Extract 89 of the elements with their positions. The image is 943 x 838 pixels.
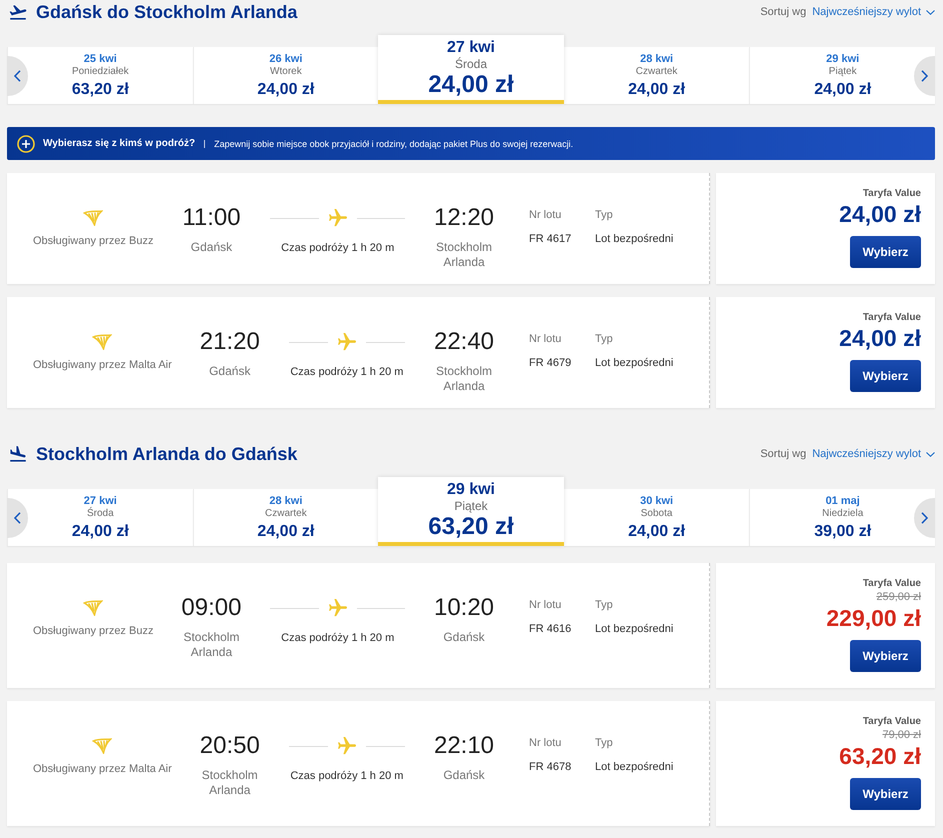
flight-number: FR 4616 bbox=[529, 622, 572, 636]
chevron-right-icon bbox=[921, 512, 928, 524]
fare-price: 63,20 zł bbox=[839, 742, 921, 770]
fare-price: 229,00 zł bbox=[826, 604, 921, 632]
departure-city: Gdańsk bbox=[190, 240, 232, 255]
route-title: Stockholm Arlanda do Gdańsk bbox=[36, 444, 298, 464]
operator-label: Obsługiwany przez Buzz bbox=[33, 624, 154, 638]
fare-price: 24,00 zł bbox=[839, 200, 921, 228]
departure-city: Gdańsk bbox=[209, 364, 250, 379]
arrival-city: Stockholm Arlanda bbox=[434, 240, 494, 270]
select-button[interactable]: Wybierz bbox=[850, 640, 921, 672]
arrival-time: 22:10 bbox=[434, 732, 494, 760]
flight-duration: Czas podróży 1 h 20 m bbox=[281, 631, 394, 645]
old-price: 259,00 zł bbox=[876, 590, 921, 604]
fare-price: 24,00 zł bbox=[839, 324, 921, 352]
chevron-down-icon bbox=[926, 452, 935, 456]
sort-dropdown[interactable]: Najwcześniejszy wylot bbox=[812, 6, 935, 18]
flight-type-label: Typ bbox=[595, 736, 614, 750]
flight-type: Lot bezpośredni bbox=[595, 232, 674, 246]
flight-type-label: Typ bbox=[595, 208, 614, 222]
departure-city: Stockholm Arlanda bbox=[182, 630, 240, 660]
banner-text: Zapewnij sobie miejsce obok przyjaciół i rodziny, dodając pakiet Plus do swojej rezerwacji. bbox=[214, 138, 574, 148]
flight-number: FR 4678 bbox=[529, 760, 572, 774]
select-button[interactable]: Wybierz bbox=[850, 236, 921, 268]
sort-dropdown[interactable]: Najwcześniejszy wylot bbox=[812, 448, 935, 460]
fare-name: Taryfa Value bbox=[862, 187, 921, 200]
flight-duration: Czas podróży 1 h 20 m bbox=[290, 769, 404, 783]
flight-number: FR 4679 bbox=[529, 356, 572, 370]
operator-label: Obsługiwany przez Buzz bbox=[33, 234, 154, 248]
flight-type: Lot bezpośredni bbox=[595, 760, 674, 774]
arrival-time: 12:20 bbox=[434, 204, 494, 232]
fare-name: Taryfa Value bbox=[862, 577, 921, 590]
flight-number-label: Nr lotu bbox=[529, 598, 562, 612]
date-tab[interactable]: 27 kwi Środa 24,00 zł bbox=[7, 489, 193, 546]
plus-circle-icon bbox=[17, 134, 35, 152]
date-tab[interactable]: 29 kwi Piątek 24,00 zł bbox=[749, 47, 935, 104]
select-button[interactable]: Wybierz bbox=[850, 778, 921, 810]
operator-label: Obsługiwany przez Malta Air bbox=[33, 762, 172, 776]
departure-time: 11:00 bbox=[182, 204, 241, 232]
date-tab[interactable]: 30 kwi Sobota 24,00 zł bbox=[564, 489, 750, 546]
flight-number-label: Nr lotu bbox=[529, 208, 562, 222]
plane-takeoff-icon bbox=[8, 4, 28, 20]
date-tab[interactable]: 27 kwi Środa 24,00 zł bbox=[378, 35, 564, 104]
departure-time: 21:20 bbox=[200, 328, 260, 356]
flight-number-label: Nr lotu bbox=[529, 736, 562, 750]
flight-type: Lot bezpośredni bbox=[595, 356, 674, 370]
banner-title: Wybierasz się z kimś w podróż? bbox=[43, 138, 196, 149]
operator-label: Obsługiwany przez Malta Air bbox=[33, 358, 172, 372]
harp-icon bbox=[92, 738, 112, 754]
harp-icon bbox=[92, 334, 112, 350]
flight-type-label: Typ bbox=[595, 598, 614, 612]
chevron-left-icon bbox=[14, 512, 21, 524]
airplane-icon bbox=[328, 209, 347, 227]
arrival-city: Gdańsk bbox=[443, 630, 485, 645]
arrival-city: Stockholm Arlanda bbox=[434, 364, 494, 394]
departure-time: 20:50 bbox=[200, 732, 260, 760]
flight-type-label: Typ bbox=[595, 332, 614, 346]
arrival-city: Gdańsk bbox=[443, 768, 485, 783]
chevron-left-icon bbox=[14, 70, 21, 82]
old-price: 79,00 zł bbox=[882, 728, 921, 742]
fare-name: Taryfa Value bbox=[862, 715, 921, 728]
route-title: Gdańsk do Stockholm Arlanda bbox=[36, 2, 298, 22]
plane-landing-icon bbox=[8, 446, 28, 462]
flight-number-label: Nr lotu bbox=[529, 332, 562, 346]
date-tab[interactable]: 26 kwi Wtorek 24,00 zł bbox=[192, 47, 378, 104]
airplane-icon bbox=[328, 599, 347, 617]
airplane-icon bbox=[338, 737, 356, 755]
sort-label: Sortuj wg bbox=[760, 448, 806, 460]
arrival-time: 22:40 bbox=[434, 328, 494, 356]
flight-number: FR 4617 bbox=[529, 232, 572, 246]
departure-city: Stockholm Arlanda bbox=[200, 768, 259, 798]
flight-duration: Czas podróży 1 h 20 m bbox=[290, 365, 404, 379]
date-tab[interactable]: 01 maj Niedziela 39,00 zł bbox=[749, 489, 935, 546]
departure-time: 09:00 bbox=[181, 594, 242, 622]
date-tab[interactable]: 28 kwi Czwartek 24,00 zł bbox=[564, 47, 750, 104]
date-tab[interactable]: 25 kwi Poniedziałek 63,20 zł bbox=[7, 47, 193, 104]
chevron-down-icon bbox=[926, 10, 935, 14]
flight-type: Lot bezpośredni bbox=[595, 622, 674, 636]
arrival-time: 10:20 bbox=[434, 594, 494, 622]
fare-name: Taryfa Value bbox=[862, 311, 921, 324]
airplane-icon bbox=[338, 333, 356, 351]
flight-duration: Czas podróży 1 h 20 m bbox=[281, 241, 394, 255]
harp-icon bbox=[83, 210, 104, 226]
date-tab[interactable]: 29 kwi Piątek 63,20 zł bbox=[378, 477, 564, 546]
harp-icon bbox=[83, 600, 104, 616]
select-button[interactable]: Wybierz bbox=[850, 360, 921, 392]
sort-label: Sortuj wg bbox=[760, 6, 806, 18]
chevron-right-icon bbox=[921, 70, 928, 82]
date-tab[interactable]: 28 kwi Czwartek 24,00 zł bbox=[192, 489, 378, 546]
